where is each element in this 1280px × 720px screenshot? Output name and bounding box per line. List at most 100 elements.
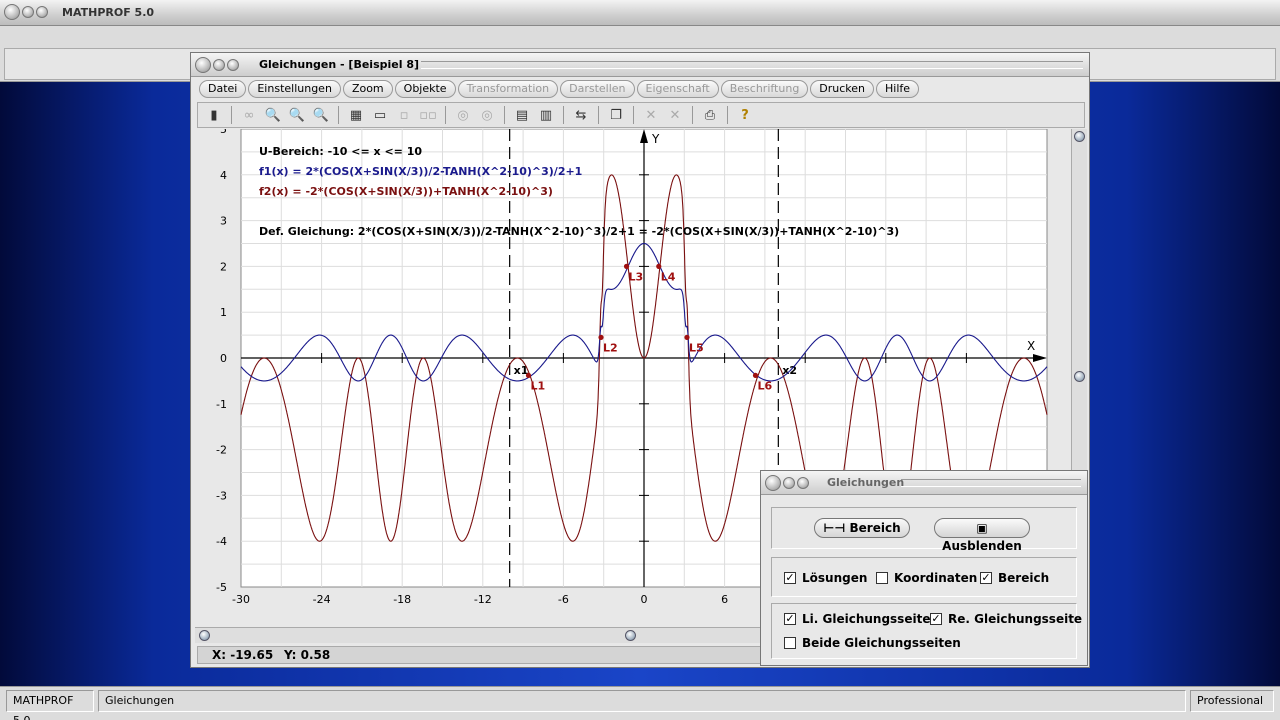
menu-beschriftung[interactable]: Beschriftung (720, 80, 809, 98)
app-title: MATHPROF 5.0 (62, 6, 155, 19)
beide-gleichungsseiten-checkbox[interactable]: Beide Gleichungsseiten (784, 636, 961, 650)
solution-point-L6 (752, 372, 759, 379)
dialog-minimize-icon[interactable] (783, 477, 795, 489)
loesungen-checkbox[interactable]: ✓ Lösungen (784, 571, 867, 585)
glasses-icon[interactable]: ∞ (239, 105, 259, 125)
zoom-reset-icon[interactable]: 🔍 (287, 105, 307, 125)
menu-transformation[interactable]: Transformation (457, 80, 559, 98)
delete-alt-icon[interactable]: ✕ (665, 105, 685, 125)
zoom-in-icon[interactable]: 🔍 (311, 105, 331, 125)
scroll-thumb-horizontal[interactable] (625, 630, 636, 641)
solution-label-L4: L4 (661, 270, 676, 283)
delete-icon[interactable]: ✕ (641, 105, 661, 125)
koordinaten-checkbox[interactable]: Koordinaten (876, 571, 977, 585)
re-gleichungsseite-checkbox[interactable]: ✓ Re. Gleichungsseite (930, 612, 1082, 626)
maximize-orb-icon[interactable] (36, 6, 48, 18)
y-tick-label: 5 (220, 129, 227, 136)
x-tick-label: -18 (393, 593, 411, 606)
phone-icon[interactable]: ▮ (204, 105, 224, 125)
f2-label: f2(x) = -2*(COS(X+SIN(X/3))+TANH(X^2-10)… (259, 185, 553, 198)
y-tick-label: 2 (220, 260, 227, 273)
solution-label-L5: L5 (689, 341, 704, 354)
solution-label-L1: L1 (530, 379, 545, 392)
window-close-icon[interactable] (195, 57, 211, 73)
target-icon[interactable]: ◎ (453, 105, 473, 125)
dialog-options-group: ✓ Lösungen Koordinaten ✓ Bereich (771, 557, 1077, 597)
grid-small-icon[interactable]: ▫ (394, 105, 414, 125)
scroll-left-knob[interactable] (199, 630, 210, 641)
menu-hilfe[interactable]: Hilfe (876, 80, 920, 98)
solution-point-L4 (656, 263, 662, 269)
solution-point-L5 (684, 334, 690, 340)
y-tick-label: -3 (216, 489, 227, 502)
dialog-title-bar[interactable]: Gleichungen (761, 471, 1087, 495)
target-alt-icon[interactable]: ◎ (477, 105, 497, 125)
scroll-thumb-vertical[interactable] (1074, 371, 1085, 382)
scroll-up-knob[interactable] (1074, 131, 1085, 142)
menu-bar: Datei Einstellungen Zoom Objekte Transformat… (199, 80, 920, 100)
transfer-icon[interactable]: ⇆ (571, 105, 591, 125)
minimize-orb-icon[interactable] (22, 6, 34, 18)
x-tick-label: -24 (313, 593, 331, 606)
coord-y: Y: 0.58 (284, 648, 331, 662)
x-tick-label: -30 (232, 593, 250, 606)
y-tick-label: -1 (216, 398, 227, 411)
checkbox-box[interactable] (784, 637, 796, 649)
table-alt-icon[interactable]: ▥ (536, 105, 556, 125)
status-bar: MATHPROF 5.0 Gleichungen Professional (0, 686, 1280, 720)
tool-bar: ▮ ∞ 🔍 🔍 🔍 ▦ ▭ ▫ ▫▫ ◎ ◎ ▤ ▥ ⇆ ❐ ✕ ✕ ⎙ ? (197, 102, 1085, 128)
f1-label: f1(x) = 2*(COS(X+SIN(X/3))/2-TANH(X^2-10… (259, 165, 582, 178)
dialog-maximize-icon[interactable] (797, 477, 809, 489)
window-maximize-icon[interactable] (227, 59, 239, 71)
window-title-bar[interactable]: Gleichungen - [Beispiel 8] (191, 53, 1089, 77)
solution-label-L6: L6 (757, 379, 772, 392)
menu-drucken[interactable]: Drucken (810, 80, 875, 98)
dialog-title: Gleichungen (827, 476, 905, 489)
y-tick-label: -4 (216, 535, 227, 548)
solution-label-L2: L2 (603, 341, 618, 354)
app-title-bar: MATHPROF 5.0 (0, 0, 1280, 26)
menu-datei[interactable]: Datei (199, 80, 247, 98)
x-tick-label: -6 (558, 593, 569, 606)
y-tick-label: 0 (220, 352, 227, 365)
definition-label: Def. Gleichung: 2*(COS(X+SIN(X/3))/2-TAN… (259, 225, 899, 238)
dialog-sides-group: ✓ Li. Gleichungsseite ✓ Re. Gleichungsseit… (771, 603, 1082, 659)
table-icon[interactable]: ▤ (512, 105, 532, 125)
properties-icon[interactable]: ▦ (346, 105, 366, 125)
dialog-close-icon[interactable] (765, 475, 781, 491)
help-icon[interactable]: ? (735, 105, 755, 125)
menu-eigenschaft[interactable]: Eigenschaft (636, 80, 719, 98)
bereich-button[interactable]: ⊢⊣ Bereich (814, 518, 910, 538)
bereich-checkbox[interactable]: ✓ Bereich (980, 571, 1049, 585)
li-gleichungsseite-checkbox[interactable]: ✓ Li. Gleichungsseite (784, 612, 930, 626)
y-tick-label: 3 (220, 215, 227, 228)
copy-icon[interactable]: ❐ (606, 105, 626, 125)
menu-einstellungen[interactable]: Einstellungen (248, 80, 341, 98)
close-orb-icon[interactable] (4, 4, 20, 20)
window-controls (4, 4, 48, 20)
window-minimize-icon[interactable] (213, 59, 225, 71)
window-icon[interactable]: ▭ (370, 105, 390, 125)
window-title: Gleichungen - [Beispiel 8] (259, 58, 420, 71)
grid-dual-icon[interactable]: ▫▫ (418, 105, 438, 125)
checkbox-box[interactable]: ✓ (980, 572, 992, 584)
menu-objekte[interactable]: Objekte (394, 80, 456, 98)
print-icon[interactable]: ⎙ (700, 105, 720, 125)
range-label: U-Bereich: -10 <= x <= 10 (259, 145, 422, 158)
hide-icon: ▣ (976, 521, 988, 535)
zoom-out-icon[interactable]: 🔍 (263, 105, 283, 125)
ausblenden-button[interactable]: ▣ Ausblenden (934, 518, 1030, 553)
coord-x: X: -19.65 (212, 648, 274, 662)
y-tick-label: 1 (220, 306, 227, 319)
y-tick-label: -2 (216, 444, 227, 457)
y-tick-label: 4 (220, 169, 227, 182)
solution-label-L3: L3 (629, 270, 644, 283)
x-axis-label: X (1027, 339, 1035, 353)
checkbox-box[interactable]: ✓ (930, 613, 942, 625)
solution-point-L3 (623, 263, 630, 269)
checkbox-box[interactable]: ✓ (784, 613, 796, 625)
checkbox-box[interactable] (876, 572, 888, 584)
menu-zoom[interactable]: Zoom (342, 80, 393, 98)
menu-darstellen[interactable]: Darstellen (560, 80, 635, 98)
checkbox-box[interactable]: ✓ (784, 572, 796, 584)
